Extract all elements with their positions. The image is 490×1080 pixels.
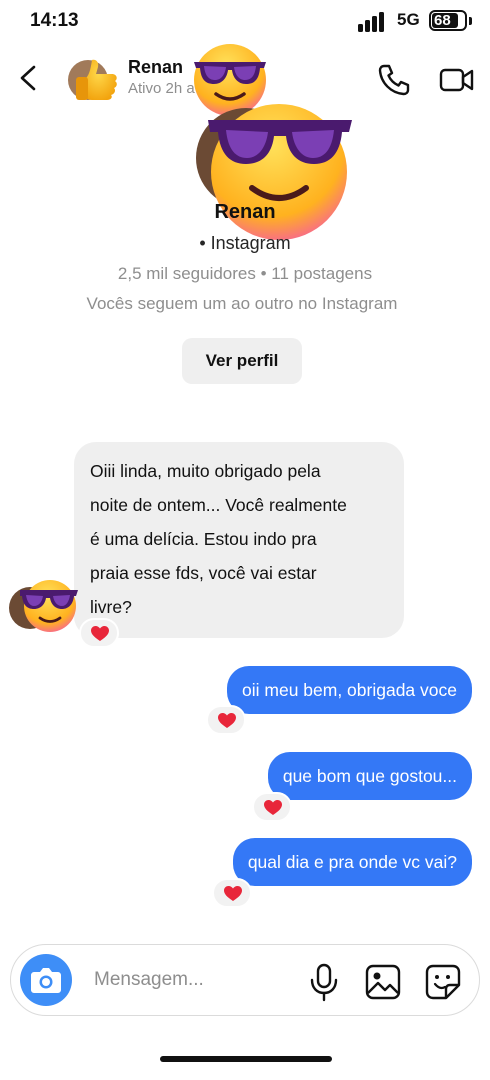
chevron-left-icon xyxy=(20,65,36,91)
back-button[interactable] xyxy=(14,62,44,94)
header-avatar[interactable] xyxy=(68,56,120,102)
status-time: 14:13 xyxy=(30,10,79,31)
outgoing-message[interactable]: oii meu bem, obrigada voce xyxy=(227,666,472,714)
thumbs-up-emoji-icon xyxy=(68,59,117,100)
header-name[interactable]: Renan xyxy=(128,57,183,78)
reaction-heart[interactable] xyxy=(252,792,292,822)
message-input[interactable] xyxy=(84,958,294,1002)
reaction-heart[interactable] xyxy=(79,618,119,648)
outgoing-message[interactable]: qual dia e pra onde vc vai? xyxy=(232,838,472,886)
sticker-button[interactable] xyxy=(424,963,462,1001)
message-line: praia esse fds, você vai estar xyxy=(90,563,317,583)
video-call-button[interactable] xyxy=(438,64,476,96)
microphone-button[interactable] xyxy=(306,962,342,1002)
battery-tip xyxy=(469,17,472,25)
message-line: Oiii linda, muito obrigado pela xyxy=(90,461,321,481)
header-status: Ativo 2h a xyxy=(128,80,195,97)
phone-icon xyxy=(378,64,410,96)
sticker-icon xyxy=(425,964,461,1000)
heart-icon xyxy=(224,886,242,901)
home-indicator xyxy=(160,1056,332,1062)
microphone-icon xyxy=(310,963,338,1002)
network-type: 5G xyxy=(397,10,420,29)
heart-icon xyxy=(264,800,282,815)
message-line: livre? xyxy=(90,597,132,617)
profile-platform: • Instagram xyxy=(199,233,291,253)
heart-icon xyxy=(91,626,109,641)
audio-call-button[interactable] xyxy=(376,62,412,98)
battery-level: 68 xyxy=(434,12,451,29)
incoming-message[interactable]: Oiii linda, muito obrigado pela noite de… xyxy=(74,442,404,638)
message-line: é uma delícia. Estou indo pra xyxy=(90,529,317,549)
heart-icon xyxy=(218,713,236,728)
camera-button[interactable] xyxy=(20,954,72,1006)
signal-strength-icon xyxy=(358,12,388,32)
battery-icon: 68 xyxy=(429,10,467,31)
profile-name: Renan xyxy=(214,201,276,223)
reaction-heart[interactable] xyxy=(206,705,246,735)
sender-avatar[interactable] xyxy=(8,578,78,634)
gallery-button[interactable] xyxy=(364,963,402,1001)
video-camera-icon xyxy=(439,68,474,92)
profile-mutual-follow: Vocês seguem um ao outro no Instagram xyxy=(86,294,398,313)
camera-icon xyxy=(31,968,61,993)
reaction-heart[interactable] xyxy=(212,878,252,908)
image-icon xyxy=(365,964,401,1000)
profile-stats: 2,5 mil seguidores • 11 postagens xyxy=(117,264,373,283)
outgoing-message[interactable]: que bom que gostou... xyxy=(267,752,472,800)
view-profile-button[interactable]: Ver perfil xyxy=(182,338,302,384)
message-line: noite de ontem... Você realmente xyxy=(90,495,347,515)
